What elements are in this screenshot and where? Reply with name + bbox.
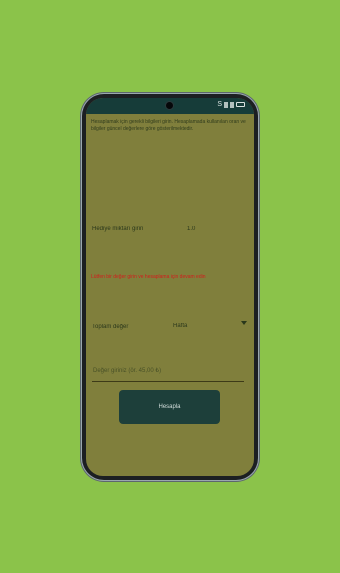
app-screen: S Hesaplamak için gerekli bilgileri giri… <box>86 98 254 476</box>
wifi-icon <box>230 101 234 108</box>
value-input[interactable] <box>92 361 244 382</box>
status-icons: S <box>217 101 245 108</box>
status-text: S <box>217 101 222 108</box>
calculate-button[interactable]: Hesapla <box>119 390 220 424</box>
left-field-label: Hediye miktarı girin <box>92 226 144 232</box>
intro-text: Hesaplamak için gerekli bilgileri girin.… <box>91 119 246 132</box>
camera-icon <box>166 102 173 109</box>
battery-icon <box>236 102 245 107</box>
status-bar: S <box>86 98 254 114</box>
dropdown-label: Toplam değer <box>92 324 129 330</box>
dropdown-value[interactable]: Hafta <box>173 323 187 329</box>
chevron-down-icon[interactable] <box>241 321 247 325</box>
left-field-value[interactable]: 1.0 <box>187 226 195 232</box>
error-text: Lütfen bir değer girin ve hesaplama için… <box>91 274 206 280</box>
value-input-wrap <box>92 359 244 382</box>
signal-icon <box>224 101 228 108</box>
